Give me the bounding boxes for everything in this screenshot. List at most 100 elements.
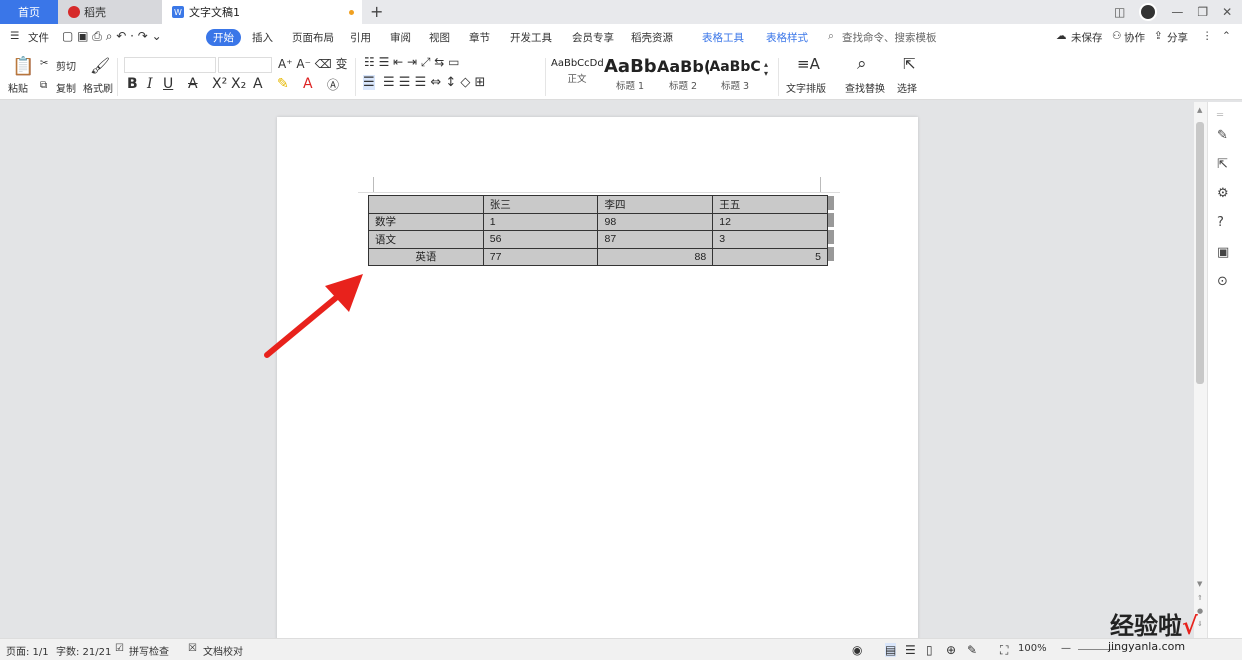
pen-icon[interactable]: ✎ <box>1217 128 1228 143</box>
highlight-icon[interactable]: ✎ <box>277 76 289 92</box>
table-cell[interactable]: 3 <box>712 230 828 249</box>
location-icon[interactable]: ⊙ <box>1217 274 1228 289</box>
strikethrough-icon[interactable]: A <box>188 76 198 92</box>
menu-insert[interactable]: 插入 <box>252 30 273 45</box>
font-color-icon[interactable]: A <box>303 76 313 92</box>
table-cell[interactable]: 数学 <box>368 212 484 231</box>
menu-review[interactable]: 审阅 <box>390 30 411 45</box>
text-effect-icon[interactable]: A <box>253 76 263 92</box>
paste-button[interactable]: 粘贴 <box>8 80 28 95</box>
table-cell[interactable]: 12 <box>712 212 828 231</box>
page-view-icon[interactable]: ▤ <box>885 643 897 657</box>
copy-button[interactable]: 复制 <box>56 80 76 95</box>
scroll-down-icon[interactable]: ▼ <box>1197 580 1202 588</box>
superscript-icon[interactable]: X² <box>212 76 227 92</box>
settings-sliders-icon[interactable]: ⚙ <box>1217 186 1229 201</box>
menu-layout[interactable]: 页面布局 <box>292 30 334 45</box>
spell-check-button[interactable]: 拼写检查 <box>129 643 169 658</box>
menu-table-style[interactable]: 表格样式 <box>766 30 808 45</box>
char-border-icon[interactable]: Ⓐ <box>327 76 339 93</box>
menu-dev-tools[interactable]: 开发工具 <box>510 30 552 45</box>
table-cell[interactable]: 5 <box>712 247 828 266</box>
table-cell[interactable]: 56 <box>482 230 599 249</box>
style-heading-1[interactable]: AaBb 标题 1 <box>604 58 656 94</box>
vertical-scrollbar[interactable]: ▲ ▼ ⇑ ● ⇓ <box>1194 102 1207 638</box>
tab-document[interactable]: W 文字文稿1 <box>162 0 362 24</box>
proofread-button[interactable]: 文档校对 <box>203 643 243 658</box>
tab-home[interactable]: 首页 <box>0 0 58 24</box>
tab-daoke[interactable]: 稻壳 <box>58 0 162 24</box>
table-cell[interactable]: 87 <box>597 230 714 249</box>
write-view-icon[interactable]: ✎ <box>967 643 977 657</box>
unsaved-button[interactable]: 未保存 <box>1071 30 1103 45</box>
share-button[interactable]: 分享 <box>1167 30 1188 45</box>
minimize-icon[interactable]: — <box>1171 5 1183 19</box>
menu-reference[interactable]: 引用 <box>350 30 371 45</box>
subscript-icon[interactable]: X₂ <box>231 76 246 92</box>
menu-file[interactable]: 文件 <box>28 30 49 45</box>
table-cell[interactable]: 李四 <box>597 195 714 214</box>
zoom-level[interactable]: 100% <box>1018 643 1047 654</box>
table-cell[interactable]: 88 <box>597 247 714 266</box>
help-icon[interactable]: ? <box>1217 215 1224 230</box>
style-heading-3[interactable]: AaBbC 标题 3 <box>709 58 761 94</box>
scroll-up-icon[interactable]: ▲ <box>1197 106 1202 114</box>
style-gallery-more-icon[interactable]: ▴ ▾ <box>764 60 768 78</box>
new-tab-plus-icon[interactable]: + <box>370 2 383 21</box>
find-replace-icon[interactable]: ⌕ <box>857 54 867 74</box>
font-size-adjust-icons[interactable]: A⁺ A⁻ ⌫ 变 <box>278 55 348 72</box>
more-icon[interactable]: ⋮ <box>1202 30 1213 42</box>
layout-icon[interactable]: ◫ <box>1114 5 1125 19</box>
style-heading-2[interactable]: AaBb(标题 2 <box>657 58 709 94</box>
table-cell[interactable]: 张三 <box>482 195 599 214</box>
prev-page-icon[interactable]: ⇑ <box>1197 594 1203 602</box>
format-painter-button[interactable]: 格式刷 <box>83 80 113 95</box>
align-left-icon[interactable]: ☰ <box>363 75 375 90</box>
text-layout-button[interactable]: 文字排版 <box>786 80 826 95</box>
find-replace-button[interactable]: 查找替换 <box>845 80 885 95</box>
menu-daoke-resources[interactable]: 稻壳资源 <box>631 30 673 45</box>
text-layout-icon[interactable]: ≡A <box>797 55 820 73</box>
select-button[interactable]: 选择 <box>897 80 917 95</box>
select-cursor-icon[interactable]: ⇱ <box>903 55 916 73</box>
scrollbar-thumb[interactable] <box>1196 122 1204 384</box>
collapse-ribbon-icon[interactable]: ⌃ <box>1222 30 1231 42</box>
command-search-input[interactable]: 查找命令、搜索模板 <box>842 30 937 45</box>
menu-view[interactable]: 视图 <box>429 30 450 45</box>
format-painter-icon[interactable]: 🖌 <box>90 56 110 75</box>
italic-icon[interactable]: I <box>147 76 153 92</box>
table-cell[interactable]: 英语 <box>368 247 484 266</box>
table-cell[interactable]: 王五 <box>712 195 828 214</box>
avatar[interactable] <box>1139 3 1158 21</box>
style-normal[interactable]: AaBbCcDd 正文 <box>551 58 603 94</box>
restore-icon[interactable]: ❐ <box>1197 5 1208 19</box>
menu-member[interactable]: 会员专享 <box>572 30 614 45</box>
table-cell[interactable] <box>368 195 484 214</box>
align-icons[interactable]: ☰ ☰ ☰ ⇔ ↕ ◇ ⊞ <box>383 75 485 90</box>
list-indent-icons[interactable]: ☷ ☰ ⇤ ⇥ ⤢ ⇆ ▭ <box>364 55 460 70</box>
collab-button[interactable]: 协作 <box>1124 30 1145 45</box>
font-family-select[interactable] <box>124 57 216 73</box>
menu-start[interactable]: 开始 <box>206 29 241 46</box>
menu-chapter[interactable]: 章节 <box>469 30 490 45</box>
hamburger-icon[interactable]: ☰ <box>10 30 19 42</box>
cursor-icon[interactable]: ⇱ <box>1217 157 1228 172</box>
menu-table-tools[interactable]: 表格工具 <box>702 30 744 45</box>
outline-view-icon[interactable]: ☰ <box>905 643 916 657</box>
zoom-out-icon[interactable]: — <box>1061 643 1071 654</box>
word-count[interactable]: 字数: 21/21 <box>56 643 111 658</box>
bold-icon[interactable]: B <box>127 76 138 92</box>
quick-access-icons[interactable]: ▢ ▣ ⎙ ⌕ ↶ · ↷ ⌄ <box>62 29 162 44</box>
paste-icon[interactable]: 📋 <box>12 56 34 77</box>
table-cell[interactable]: 98 <box>597 212 714 231</box>
cut-button[interactable]: 剪切 <box>56 58 76 73</box>
table-cell[interactable]: 语文 <box>368 230 484 249</box>
document-table[interactable]: 张三 李四 王五 数学 1 98 12 语文 56 87 3 英语 77 88 … <box>368 195 828 266</box>
read-view-icon[interactable]: ▯ <box>926 643 933 657</box>
close-icon[interactable]: ✕ <box>1222 5 1232 19</box>
underline-icon[interactable]: U <box>163 76 173 92</box>
image-icon[interactable]: ▣ <box>1217 245 1229 260</box>
eye-protect-icon[interactable]: ◉ <box>852 643 862 657</box>
table-cell[interactable]: 1 <box>482 212 599 231</box>
table-cell[interactable]: 77 <box>482 247 599 266</box>
